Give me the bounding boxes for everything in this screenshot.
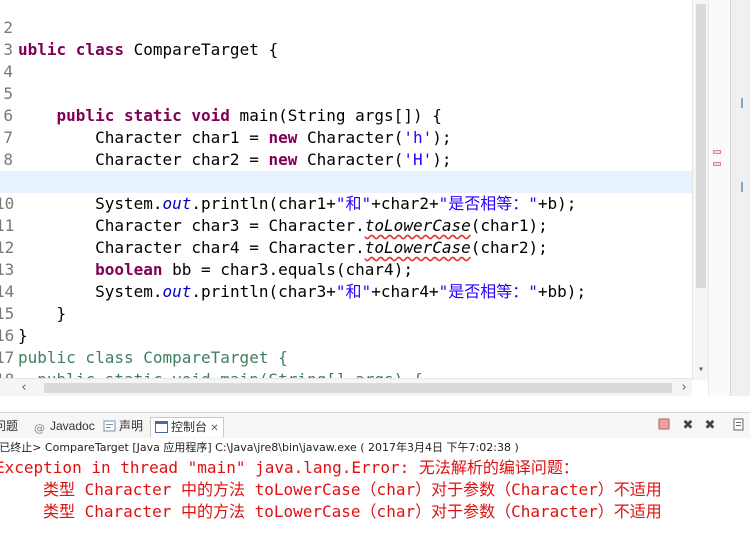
close-icon[interactable]: ✕	[210, 423, 218, 434]
outline-tick	[741, 98, 747, 108]
code-line-8[interactable]: 8 boolean b = char1.equals(char2);	[0, 127, 692, 191]
tab-javadoc[interactable]: @ Javadoc	[34, 417, 95, 437]
scroll-right-arrow-icon[interactable]: ›	[676, 380, 692, 396]
editor-vertical-scrollbar[interactable]: ▾	[692, 0, 708, 380]
console-tab-bar: 问题 @ Javadoc 声明 控制台 ✕ ✖ ✖	[0, 412, 750, 438]
code-line-14[interactable]: 14 }	[0, 259, 692, 323]
code-line-11[interactable]: 11 Character char4 = Character.toLowerCa…	[0, 193, 692, 257]
console-icon	[155, 420, 168, 433]
error-detail-text: 类型 Character 中的方法 toLowerCase（char）对于参数（…	[43, 480, 662, 499]
javadoc-icon: @	[34, 422, 45, 435]
code-line-7[interactable]: 7 Character char2 = new Character('H');	[0, 105, 692, 169]
code-line-13[interactable]: 13 System.out.println(char3+"和"+char4+"是…	[0, 237, 692, 301]
code-line-10[interactable]: 10 Character char3 = Character.toLowerCa…	[0, 171, 692, 235]
code-line-17[interactable]: 17 public static void main(String[] args…	[0, 325, 692, 380]
remove-all-icon[interactable]: ✖	[702, 418, 718, 434]
error-marker[interactable]	[713, 162, 721, 166]
code-line-2[interactable]: 2 ublic class CompareTarget {	[0, 0, 692, 59]
remove-launch-icon[interactable]: ✖	[680, 418, 696, 434]
console-error-line-2: 类型 Character 中的方法 toLowerCase（char）对于参数（…	[43, 479, 662, 501]
scroll-left-arrow-icon[interactable]: ‹	[16, 380, 32, 396]
tab-label: 问题	[0, 419, 19, 433]
code-line-4[interactable]: 4	[0, 39, 692, 81]
tab-label: Javadoc	[50, 419, 95, 433]
right-view-strip	[730, 0, 750, 396]
tab-label: 声明	[119, 419, 144, 433]
scroll-lock-icon[interactable]	[732, 418, 748, 434]
error-detail-text: 类型 Character 中的方法 toLowerCase（char）对于参数（…	[43, 502, 662, 521]
tab-label: 控制台	[171, 420, 208, 434]
tab-declaration[interactable]: 声明	[103, 417, 143, 437]
terminate-icon[interactable]	[656, 418, 672, 434]
code-line-18[interactable]: 18 Character mychar1=new Character ('A')…	[0, 347, 692, 380]
launch-status-text: <已终止> CompareTarget [Java 应用程序] C:\Java\…	[0, 441, 519, 454]
tab-problems[interactable]: 问题	[0, 417, 18, 437]
code-line-15[interactable]: 15 }	[0, 281, 692, 345]
horizontal-scroll-thumb[interactable]	[44, 383, 672, 393]
code-line-3[interactable]: 3	[0, 17, 692, 59]
tab-console[interactable]: 控制台 ✕	[150, 417, 224, 437]
code-editor[interactable]: 2 ublic class CompareTarget { 3 4 5 publ…	[0, 0, 708, 380]
declaration-icon	[103, 419, 116, 432]
console-error-line-3: 类型 Character 中的方法 toLowerCase（char）对于参数（…	[43, 501, 662, 523]
code-line-9[interactable]: 9 System.out.println(char1+"和"+char2+"是否…	[0, 149, 692, 213]
console-status-line: <已终止> CompareTarget [Java 应用程序] C:\Java\…	[0, 439, 750, 457]
code-line-5[interactable]: 5 public static void main(String args[])…	[0, 61, 692, 125]
outline-tick	[741, 182, 747, 192]
error-marker[interactable]	[713, 150, 721, 154]
code-line-12[interactable]: 12 boolean bb = char3.equals(char4);	[0, 215, 692, 279]
code-line-6[interactable]: 6 Character char1 = new Character('h');	[0, 83, 692, 147]
console-error-line-1: Exception in thread "main" java.lang.Err…	[0, 458, 579, 477]
editor-horizontal-scrollbar[interactable]: ‹ ›	[0, 378, 692, 396]
overview-ruler[interactable]	[708, 0, 730, 396]
scroll-down-arrow-icon[interactable]: ▾	[693, 362, 709, 378]
code-line-16[interactable]: 16 public class CompareTarget {	[0, 303, 692, 367]
vertical-scroll-thumb[interactable]	[696, 4, 706, 288]
